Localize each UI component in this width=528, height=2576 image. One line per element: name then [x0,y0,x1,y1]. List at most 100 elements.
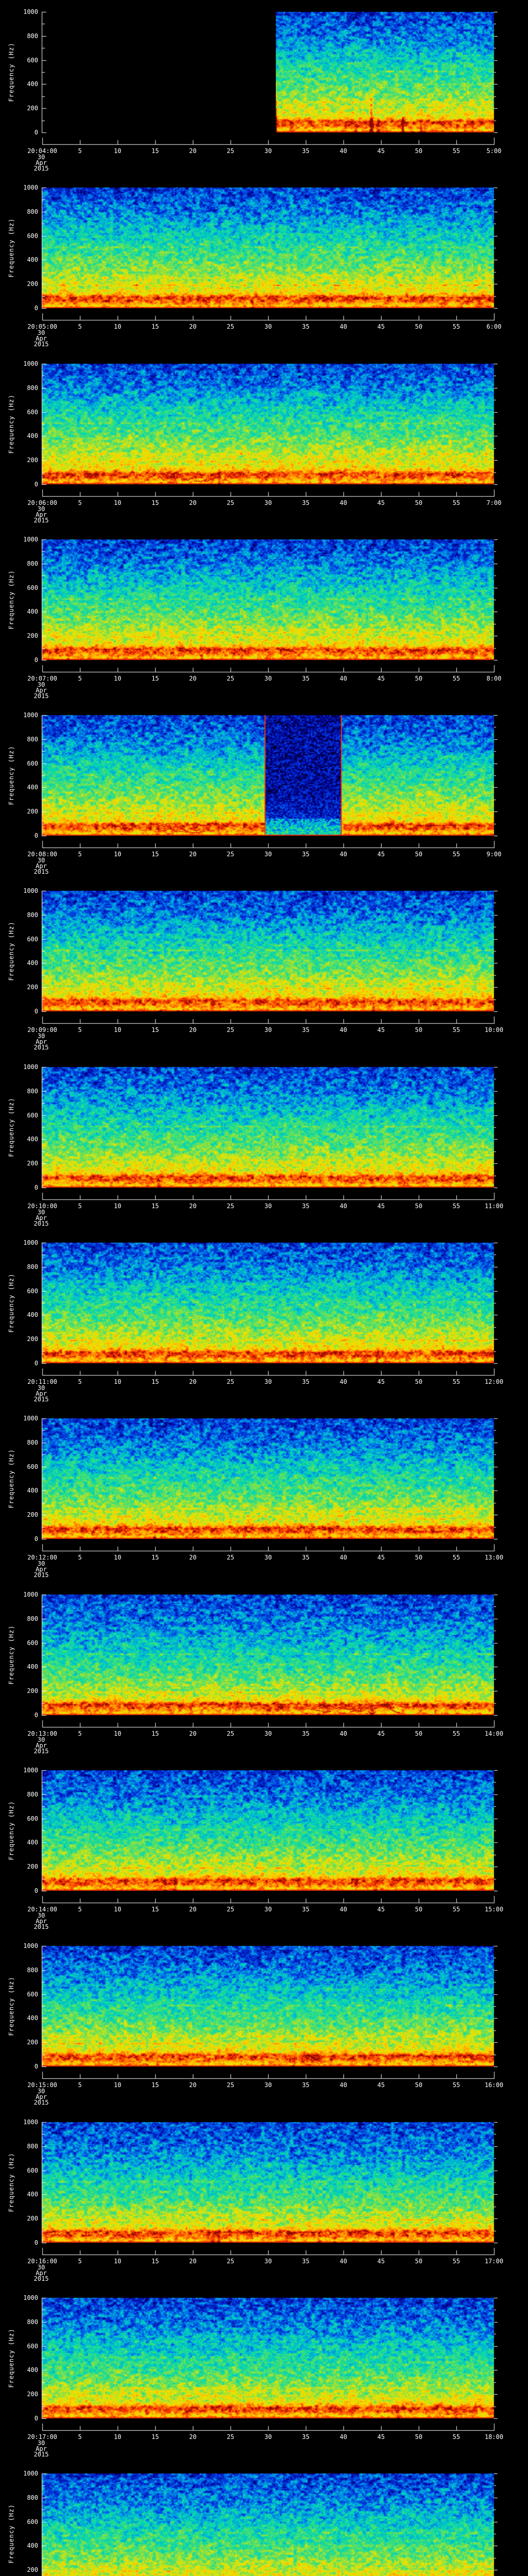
y-tick-label: 400 [0,1136,38,1142]
x-tick-label: 35 [302,1027,309,1033]
x-tick-label: 55 [453,676,460,682]
x-tick-label: 45 [377,1555,385,1561]
y-axis-title: Frequency (Hz) [8,745,15,805]
x-tick-label: 50 [415,2434,422,2440]
x-tick-label: 40 [340,1907,347,1912]
x-tick-label: 45 [377,2434,385,2440]
x-tick-label: 5 [78,1555,81,1561]
x-tick-label: 5 [78,852,81,857]
x-tick-label: 45 [377,148,385,154]
spectrogram-panel: Frequency (Hz) 10008006004002000 20:17:0… [0,2286,528,2462]
x-tick-label: 20 [189,852,196,857]
x-tick-label: 35 [302,2259,309,2264]
x-tick-label: 50 [415,1907,422,1912]
x-tick-label: 45 [377,1027,385,1033]
date-line: 2015 [34,1572,49,1578]
y-tick-label: 0 [0,2415,38,2421]
x-tick-label: 25 [227,852,234,857]
x-tick-label: 50 [415,500,422,506]
spectrogram-panel: Frequency (Hz) 10008006004002000 20:13:0… [0,1583,528,1758]
y-tick-label: 400 [0,784,38,790]
x-tick-label: 10 [114,676,121,682]
x-tick-label: 20 [189,148,196,154]
x-tick-label: 35 [302,1379,309,1385]
x-tick-label: 40 [340,1731,347,1737]
spectrogram-panel: Frequency (Hz) 10008006004002000 20:12:0… [0,1406,528,1583]
y-tick-label: 600 [0,2519,38,2525]
x-tick-label: 25 [227,148,234,154]
x-tick-label: 20 [189,1027,196,1033]
x-tick-label: 10 [114,2434,121,2440]
y-tick-label: 0 [0,481,38,487]
y-tick-label: 800 [0,561,38,567]
y-axis-title: Frequency (Hz) [8,1273,15,1332]
x-tick-label: 30 [265,324,272,330]
x-end-time-label: 8:00 [487,676,502,682]
x-tick-label: 35 [302,2082,309,2088]
y-tick-label: 800 [0,2495,38,2501]
x-tick-label: 5 [78,1027,81,1033]
date-line: 2015 [34,2276,49,2282]
x-tick-label: 20 [189,1907,196,1912]
date-line: 2015 [34,518,49,523]
y-tick-label: 600 [0,233,38,239]
x-tick-label: 20 [189,324,196,330]
y-axis-title: Frequency (Hz) [8,2504,15,2563]
x-tick-label: 25 [227,500,234,506]
x-tick-label: 15 [152,2259,159,2264]
x-tick-label: 30 [265,2259,272,2264]
y-tick-label: 800 [0,1616,38,1622]
x-end-time-label: 12:00 [485,1379,503,1385]
y-tick-label: 400 [0,608,38,615]
x-tick-label: 15 [152,676,159,682]
x-tick-label: 15 [152,1027,159,1033]
y-tick-label: 400 [0,2191,38,2197]
spectrogram-page: { "chart_data": { "type": "heatmap", "de… [0,0,528,2576]
y-tick-label: 400 [0,2543,38,2549]
y-tick-label: 800 [0,33,38,39]
y-tick-label: 200 [0,1863,38,1870]
y-axis-title: Frequency (Hz) [8,1801,15,1860]
x-tick-label: 5 [78,2082,81,2088]
y-axis-title: Frequency (Hz) [8,2153,15,2212]
date-line: 2015 [34,166,49,172]
x-tick-label: 10 [114,324,121,330]
y-tick-label: 1000 [0,1064,38,1070]
x-end-time-label: 13:00 [485,1555,503,1561]
x-tick-label: 20 [189,1555,196,1561]
x-tick-label: 40 [340,1555,347,1561]
x-tick-label: 30 [265,1204,272,1209]
y-axis-title: Frequency (Hz) [8,1449,15,1508]
y-tick-label: 600 [0,409,38,415]
x-tick-label: 35 [302,1731,309,1737]
x-end-time-label: 11:00 [485,1204,503,1209]
y-tick-label: 800 [0,912,38,918]
x-tick-label: 45 [377,1907,385,1912]
y-tick-label: 400 [0,1664,38,1670]
y-tick-label: 1000 [0,1591,38,1598]
x-tick-label: 50 [415,1555,422,1561]
x-tick-label: 5 [78,676,81,682]
x-tick-label: 30 [265,500,272,506]
y-tick-label: 800 [0,209,38,215]
date-line: 2015 [34,342,49,347]
y-tick-label: 200 [0,808,38,815]
x-tick-label: 45 [377,2259,385,2264]
x-tick-label: 25 [227,2434,234,2440]
x-tick-label: 20 [189,1379,196,1385]
x-tick-label: 50 [415,2082,422,2088]
y-tick-label: 1000 [0,9,38,15]
y-tick-label: 800 [0,1264,38,1270]
x-tick-label: 25 [227,324,234,330]
x-tick-label: 10 [114,2259,121,2264]
y-tick-label: 400 [0,1487,38,1494]
x-tick-label: 30 [265,1379,272,1385]
y-tick-label: 0 [0,129,38,135]
x-tick-label: 15 [152,2434,159,2440]
spectrogram-panel: Frequency (Hz) 10008006004002000 20:04:0… [0,0,528,176]
y-tick-label: 800 [0,1088,38,1094]
x-tick-label: 35 [302,148,309,154]
x-tick-label: 25 [227,1907,234,1912]
x-tick-label: 45 [377,324,385,330]
x-tick-label: 25 [227,1027,234,1033]
